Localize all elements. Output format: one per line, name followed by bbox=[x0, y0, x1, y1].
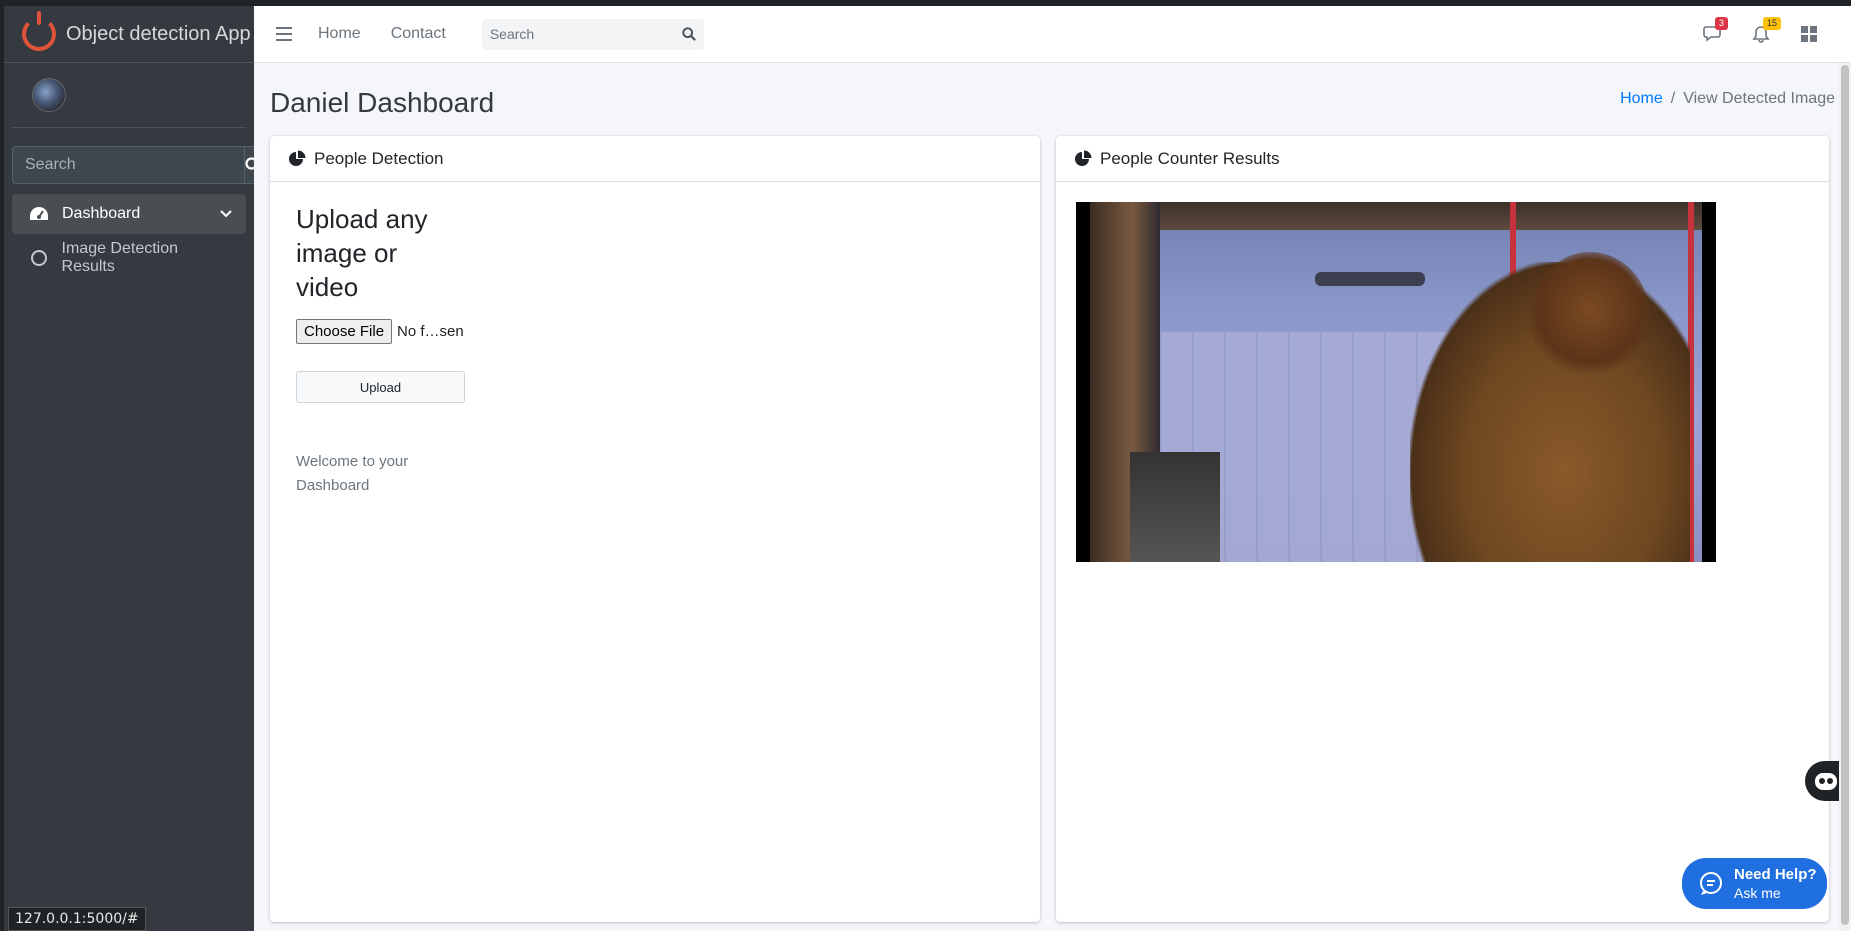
breadcrumb: Home / View Detected Image bbox=[1620, 90, 1835, 108]
nav-link-contact[interactable]: Contact bbox=[391, 25, 446, 43]
status-url: 127.0.0.1:5000/# bbox=[8, 907, 146, 931]
need-help-button[interactable]: Need Help? Ask me bbox=[1682, 858, 1827, 909]
content-header: Daniel Dashboard Home / View Detected Im… bbox=[254, 63, 1851, 143]
sidebar-item-label: Image Detection Results bbox=[61, 240, 179, 275]
circle-icon bbox=[30, 250, 47, 266]
people-counter-results-card: People Counter Results bbox=[1056, 136, 1829, 922]
sidebar-item-image-detection-results[interactable]: Image Detection Results bbox=[12, 238, 246, 278]
bus-stop-scene-image bbox=[1090, 202, 1702, 562]
tachometer-icon bbox=[28, 206, 50, 222]
top-navbar: Home Contact 3 15 bbox=[254, 6, 1851, 63]
brand-link[interactable]: Object detection App bbox=[4, 6, 254, 63]
upload-heading: Upload any image or video bbox=[296, 204, 428, 302]
power-logo-icon bbox=[22, 11, 56, 51]
grid-menu[interactable] bbox=[1785, 26, 1833, 42]
upload-button[interactable]: Upload bbox=[296, 371, 465, 403]
sidebar-search-input[interactable] bbox=[12, 146, 244, 184]
navbar-search-input[interactable] bbox=[489, 26, 682, 42]
notifications-dropdown[interactable]: 15 bbox=[1737, 17, 1785, 43]
scrollbar-thumb[interactable] bbox=[1841, 65, 1849, 925]
breadcrumb-current: View Detected Image bbox=[1683, 90, 1835, 107]
card-title: People Counter Results bbox=[1100, 148, 1280, 168]
search-icon[interactable] bbox=[682, 27, 696, 41]
navbar-search bbox=[481, 18, 704, 50]
file-input[interactable]: Choose File No f…sen bbox=[296, 319, 464, 344]
welcome-text: Welcome to your Dashboard bbox=[296, 453, 409, 494]
main-content: Home Contact 3 15 Daniel Dashboard Home … bbox=[254, 6, 1851, 931]
user-panel bbox=[12, 63, 246, 128]
help-subtitle: Ask me bbox=[1734, 884, 1781, 901]
brand-text: Object detection App bbox=[66, 22, 251, 45]
breadcrumb-separator: / bbox=[1670, 90, 1676, 107]
notifications-badge: 15 bbox=[1763, 17, 1782, 30]
sidebar-item-dashboard[interactable]: Dashboard bbox=[12, 194, 246, 234]
file-status: No f…sen bbox=[397, 323, 464, 340]
messages-dropdown[interactable]: 3 bbox=[1689, 17, 1737, 43]
th-large-icon bbox=[1801, 26, 1817, 42]
card-header: People Counter Results bbox=[1056, 136, 1829, 182]
page-scrollbar[interactable] bbox=[1839, 63, 1851, 931]
nav-link-home[interactable]: Home bbox=[318, 25, 361, 43]
navbar-right: 3 15 bbox=[1689, 17, 1833, 43]
help-title: Need Help? bbox=[1734, 865, 1817, 883]
card-title: People Detection bbox=[314, 148, 444, 168]
page-title: Daniel Dashboard bbox=[270, 87, 495, 118]
sidebar: Object detection App Dashboard Image Det… bbox=[4, 6, 262, 931]
breadcrumb-home[interactable]: Home bbox=[1620, 90, 1663, 108]
robot-icon bbox=[1815, 773, 1837, 790]
choose-file-button[interactable]: Choose File bbox=[296, 319, 393, 344]
chart-pie-icon bbox=[1074, 150, 1092, 168]
chat-icon bbox=[1700, 871, 1722, 895]
chart-pie-icon bbox=[288, 150, 306, 168]
avatar[interactable] bbox=[32, 78, 66, 112]
detection-result-image bbox=[1076, 202, 1716, 562]
hamburger-menu-icon[interactable] bbox=[276, 27, 292, 41]
messages-badge: 3 bbox=[1715, 17, 1729, 30]
people-detection-card: People Detection Upload any image or vid… bbox=[270, 136, 1040, 922]
sidebar-search bbox=[12, 146, 262, 184]
sidebar-item-label: Dashboard bbox=[62, 205, 141, 222]
chevron-down-icon bbox=[220, 205, 232, 223]
card-header: People Detection bbox=[270, 136, 1040, 182]
